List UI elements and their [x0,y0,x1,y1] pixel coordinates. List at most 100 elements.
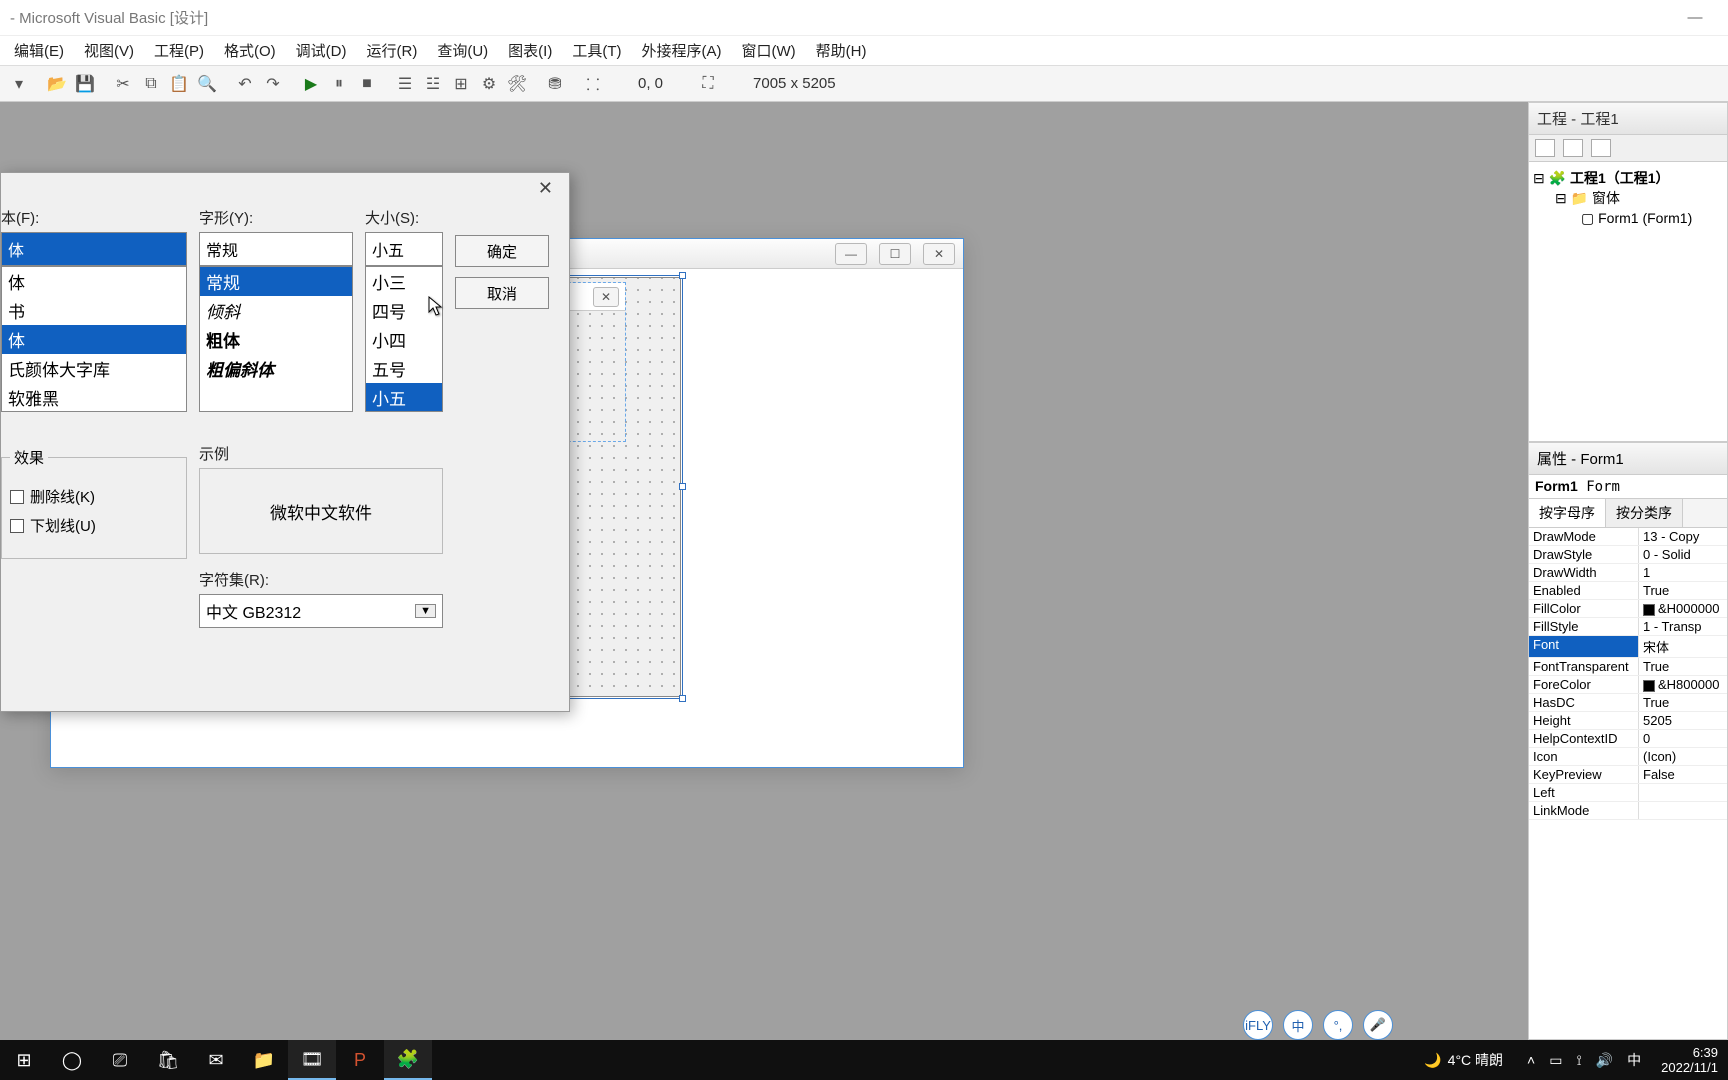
resize-handle-se[interactable] [679,695,686,702]
search-button[interactable]: ◯ [48,1040,96,1080]
taskbar-weather[interactable]: 🌙 4°C 晴朗 [1410,1050,1517,1070]
property-value[interactable]: &H000000 [1639,600,1727,617]
property-row[interactable]: EnabledTrue [1529,582,1727,600]
font-list-item[interactable]: 软雅黑 [2,383,186,412]
font-name-input[interactable]: 体 [1,232,187,266]
chevron-up-icon[interactable]: ˄ [1527,1052,1535,1068]
size-list-item[interactable]: 小四 [366,325,442,354]
property-row[interactable]: FillStyle1 - Transp [1529,618,1727,636]
pause-icon[interactable]: ⏸ [326,71,352,97]
tab-categorized[interactable]: 按分类序 [1606,499,1683,527]
open-icon[interactable]: 📂 [44,71,70,97]
font-list-item[interactable]: 氏颜体大字库 [2,354,186,383]
taskbar-video-icon[interactable]: 🎞 [288,1040,336,1080]
size-list-item[interactable]: 小五 [366,383,442,412]
properties-object-combo[interactable]: Form1 Form [1528,475,1728,499]
property-value[interactable]: &H800000 [1639,676,1727,693]
wifi-icon[interactable]: ⟟ [1576,1052,1581,1069]
property-row[interactable]: Left [1529,784,1727,802]
property-value[interactable] [1639,784,1727,801]
minimize-button[interactable]: — [1672,4,1718,32]
cancel-button[interactable]: 取消 [455,277,549,309]
properties-icon[interactable]: ☳ [420,71,446,97]
ime-punct-icon[interactable]: °, [1323,1010,1353,1040]
property-value[interactable]: 1 [1639,564,1727,581]
property-row[interactable]: ForeColor&H800000 [1529,676,1727,694]
project-explorer-icon[interactable]: ☰ [392,71,418,97]
font-style-list[interactable]: 常规 倾斜 粗体 粗偏斜体 [199,266,353,412]
menu-run[interactable]: 运行(R) [357,36,428,65]
property-row[interactable]: Icon(Icon) [1529,748,1727,766]
style-list-item[interactable]: 粗体 [200,325,352,354]
size-list-item[interactable]: 四号 [366,296,442,325]
font-list-item[interactable]: 体 [2,267,186,296]
taskbar-vb-icon[interactable]: 🧩 [384,1040,432,1080]
menu-project[interactable]: 工程(P) [144,36,214,65]
properties-grid[interactable]: DrawMode13 - CopyDrawStyle0 - SolidDrawW… [1528,528,1728,1040]
property-row[interactable]: FontTransparentTrue [1529,658,1727,676]
taskbar-powerpoint-icon[interactable]: P [336,1040,384,1080]
volume-icon[interactable]: 🔊 [1596,1052,1613,1069]
menu-format[interactable]: 格式(O) [214,36,286,65]
menu-tools[interactable]: 工具(T) [562,36,631,65]
taskbar-clock[interactable]: 6:39 2022/11/1 [1651,1045,1728,1075]
battery-icon[interactable]: ▭ [1549,1052,1562,1069]
object-browser-icon[interactable]: ⚙ [476,71,502,97]
font-dialog-close-button[interactable]: ✕ [530,176,561,201]
form-layout-icon[interactable]: ⊞ [448,71,474,97]
property-value[interactable]: False [1639,766,1727,783]
menu-query[interactable]: 查询(U) [427,36,498,65]
undo-icon[interactable]: ↶ [232,71,258,97]
property-value[interactable]: True [1639,694,1727,711]
resize-handle-e[interactable] [679,483,686,490]
size-list-item[interactable]: 五号 [366,354,442,383]
font-dialog-titlebar[interactable]: ✕ [1,173,569,203]
copy-icon[interactable]: ⧉ [138,71,164,97]
property-row[interactable]: DrawStyle0 - Solid [1529,546,1727,564]
property-row[interactable]: DrawWidth1 [1529,564,1727,582]
resize-handle-ne[interactable] [679,272,686,279]
property-row[interactable]: HasDCTrue [1529,694,1727,712]
menu-view[interactable]: 视图(V) [74,36,144,65]
property-row[interactable]: DrawMode13 - Copy [1529,528,1727,546]
paste-icon[interactable]: 📋 [166,71,192,97]
ime-indicator[interactable]: 中 [1627,1050,1641,1070]
tab-alphabetic[interactable]: 按字母序 [1529,499,1606,527]
ime-mic-icon[interactable]: 🎤 [1363,1010,1393,1040]
property-value[interactable]: 0 [1639,730,1727,747]
menu-addins[interactable]: 外接程序(A) [631,36,731,65]
toolbox-icon[interactable]: 🛠 [504,71,530,97]
property-value[interactable]: 宋体 [1639,636,1727,657]
system-tray[interactable]: ˄ ▭ ⟟ 🔊 中 [1517,1050,1651,1070]
charset-combo[interactable]: 中文 GB2312 ▼ [199,594,443,628]
tree-folder[interactable]: ⊟ 📁 窗体 [1533,188,1723,208]
font-size-list[interactable]: 小三 四号 小四 五号 小五 六号 小六 [365,266,443,412]
toggle-folders-icon[interactable] [1591,139,1611,157]
cut-icon[interactable]: ✂ [110,71,136,97]
find-icon[interactable]: 🔍 [194,71,220,97]
font-size-input[interactable]: 小五 [365,232,443,266]
style-list-item[interactable]: 倾斜 [200,296,352,325]
tree-form[interactable]: ▢ Form1 (Form1) [1533,208,1723,228]
menu-window[interactable]: 窗口(W) [731,36,805,65]
stop-icon[interactable]: ■ [354,71,380,97]
property-value[interactable]: 13 - Copy [1639,528,1727,545]
form-minimize-button[interactable]: — [835,243,867,265]
property-row[interactable]: FillColor&H000000 [1529,600,1727,618]
start-button[interactable]: ⊞ [0,1040,48,1080]
ifly-icon[interactable]: iFLY [1243,1010,1273,1040]
style-list-item[interactable]: 粗偏斜体 [200,354,352,383]
menu-diagram[interactable]: 图表(I) [498,36,562,65]
property-row[interactable]: LinkMode [1529,802,1727,820]
font-list-item[interactable]: 体 [2,325,186,354]
property-value[interactable]: 1 - Transp [1639,618,1727,635]
form-close-button[interactable]: ✕ [923,243,955,265]
underline-checkbox[interactable]: 下划线(U) [10,515,178,536]
property-value[interactable]: True [1639,658,1727,675]
project-tree[interactable]: ⊟ 🧩 工程1（工程1） ⊟ 📁 窗体 ▢ Form1 (Form1) [1528,162,1728,442]
addform-dropdown-icon[interactable]: ▾ [6,71,32,97]
font-name-list[interactable]: 体 书 体 氏颜体大字库 软雅黑 宋体 圆 [1,266,187,412]
menu-edit[interactable]: 编辑(E) [4,36,74,65]
tree-root[interactable]: ⊟ 🧩 工程1（工程1） [1533,168,1723,188]
property-value[interactable]: True [1639,582,1727,599]
